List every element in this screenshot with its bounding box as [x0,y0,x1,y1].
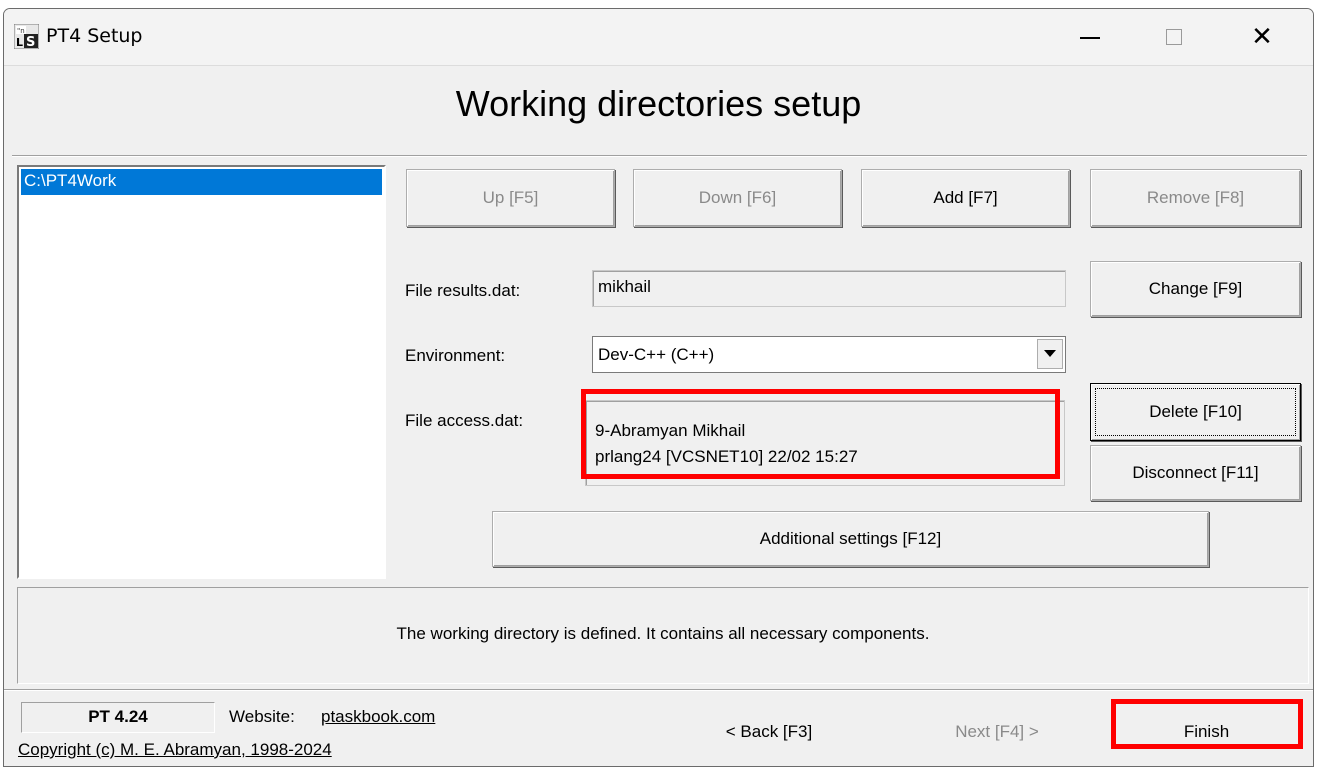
minimize-button[interactable] [1054,9,1126,65]
status-panel: The working directory is defined. It con… [17,587,1309,684]
status-message: The working directory is defined. It con… [396,624,930,643]
delete-button[interactable]: Delete [F10] [1090,383,1301,441]
remove-button[interactable]: Remove [F8] [1090,169,1301,227]
up-button[interactable]: Up [F5] [406,169,615,227]
down-button[interactable]: Down [F6] [633,169,842,227]
close-icon: ✕ [1251,22,1273,52]
website-label: Website: [229,707,295,726]
maximize-icon [1166,29,1182,45]
environment-select[interactable]: Dev-C++ (C++) [592,336,1066,373]
access-file-label: File access.dat: [405,411,524,430]
copyright-link[interactable]: Copyright (c) M. E. Abramyan, 1998-2024 [18,740,332,760]
page-title: Working directories setup [455,83,862,124]
results-file-field: mikhail [592,270,1066,307]
back-button[interactable]: < Back [F3] [694,722,844,742]
svg-text:L: L [16,36,23,49]
finish-button[interactable]: Finish [1114,722,1299,742]
disconnect-button[interactable]: Disconnect [F11] [1090,445,1301,501]
access-line-user: 9-Abramyan Mikhail [595,421,746,440]
setup-window: "n S L PT4 Setup ✕ Working directories s… [3,8,1314,767]
close-button[interactable]: ✕ [1226,9,1298,65]
chevron-down-icon [1044,350,1056,357]
dropdown-arrow-icon[interactable] [1037,339,1063,369]
access-line-info: prlang24 [VCSNET10] 22/02 15:27 [595,447,858,466]
window-title: PT4 Setup [46,25,143,47]
environment-selected-value: Dev-C++ (C++) [598,345,715,364]
maximize-button[interactable] [1138,9,1210,65]
change-button[interactable]: Change [F9] [1090,261,1301,317]
add-button[interactable]: Add [F7] [861,169,1070,227]
version-badge: PT 4.24 [21,702,215,733]
footer-divider [4,689,1313,691]
next-button[interactable]: Next [F4] > [922,722,1072,742]
minimize-icon [1080,37,1100,39]
list-item-selected[interactable]: C:\PT4Work [21,169,382,195]
pt4-app-icon: "n S L [14,24,39,49]
environment-label: Environment: [405,346,506,365]
header-divider [12,155,1307,157]
svg-text:S: S [26,35,35,49]
svg-text:"n: "n [17,27,25,35]
results-file-label: File results.dat: [405,281,521,300]
additional-settings-button[interactable]: Additional settings [F12] [492,511,1209,567]
website-link[interactable]: ptaskbook.com [321,707,435,727]
directory-list[interactable]: C:\PT4Work [17,165,386,579]
title-bar: "n S L PT4 Setup ✕ [4,9,1313,66]
access-file-field: 9-Abramyan Mikhail prlang24 [VCSNET10] 2… [585,400,1065,486]
